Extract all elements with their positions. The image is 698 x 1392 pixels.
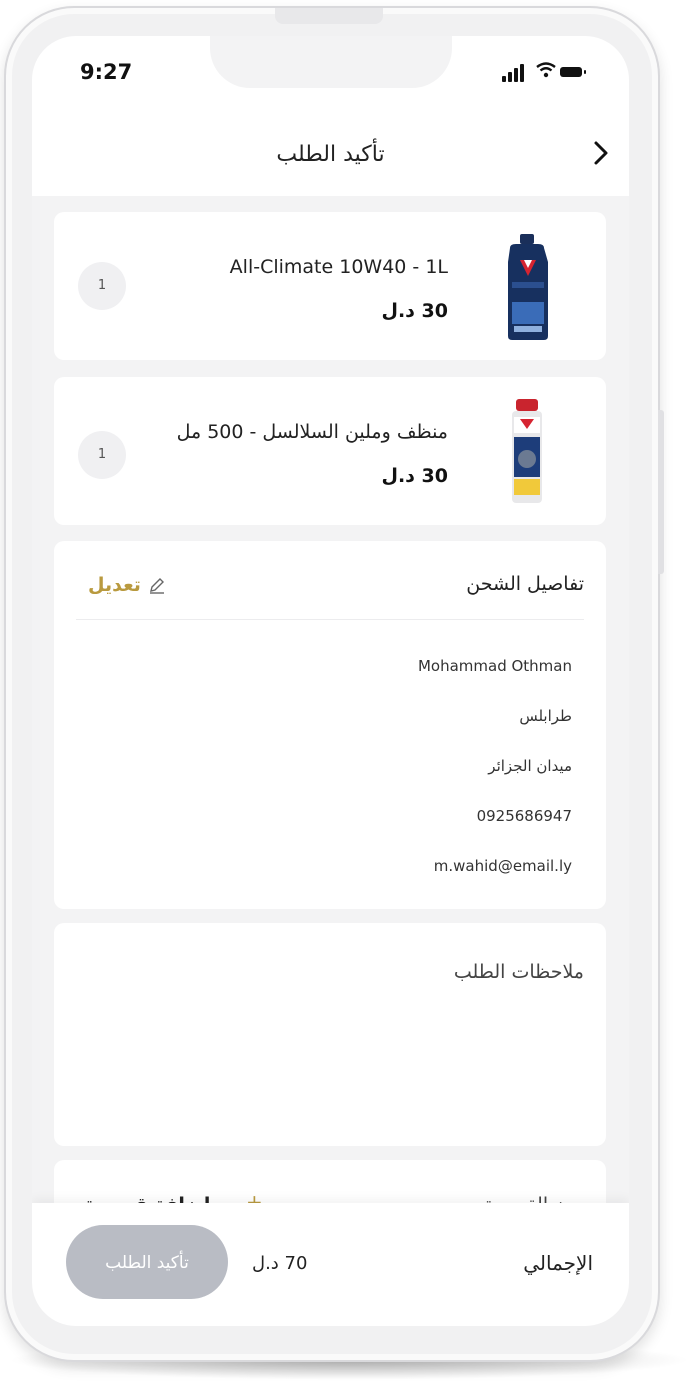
battery-icon (560, 67, 586, 77)
shipping-phone: 0925686947 (476, 807, 572, 825)
shipping-city: طرابلس (519, 707, 572, 725)
product-name: All-Climate 10W40 - 1L (229, 256, 448, 278)
total-value: 70 د.ل (252, 1253, 308, 1274)
screen: 9:27 تأكيد الطلب All-Climate 10W40 - 1L (32, 36, 629, 1326)
signal-bar (514, 68, 518, 82)
signal-icon (502, 76, 506, 82)
product-price: 30 د.ل (381, 465, 448, 487)
shipping-details-card: تفاصيل الشحن تعديل Mohammad Othman طرابل… (54, 541, 606, 909)
total-label: الإجمالي (523, 1251, 593, 1275)
top-bar: 9:27 تأكيد الطلب (32, 36, 629, 196)
divider (76, 619, 584, 620)
order-notes-field[interactable]: ملاحظات الطلب (54, 923, 606, 1146)
oil-bottle-image (498, 232, 558, 342)
shipping-title: تفاصيل الشحن (466, 573, 584, 595)
recipient-name: Mohammad Othman (417, 657, 572, 675)
signal-bar (520, 64, 524, 82)
notch (210, 36, 452, 88)
quantity-badge: 1 (78, 431, 126, 479)
confirm-order-button[interactable]: تأكيد الطلب (66, 1225, 228, 1299)
quantity-badge: 1 (78, 262, 126, 310)
status-icons (502, 62, 586, 83)
status-time: 9:27 (80, 60, 133, 84)
edit-shipping-button[interactable]: تعديل (88, 571, 167, 599)
phone-side-button (658, 410, 664, 574)
product-price: 30 د.ل (381, 300, 448, 322)
signal-bar (508, 72, 512, 82)
shipping-street: ميدان الجزائر (488, 757, 572, 775)
phone-speaker (275, 8, 383, 24)
checkout-footer: الإجمالي 70 د.ل تأكيد الطلب (32, 1203, 629, 1326)
pencil-icon (149, 578, 164, 594)
page-title: تأكيد الطلب (276, 142, 385, 167)
back-button[interactable] (586, 138, 616, 168)
spray-can-image (502, 397, 552, 507)
product-card[interactable]: All-Climate 10W40 - 1L 30 د.ل 1 (54, 212, 606, 360)
edit-label: تعديل (88, 574, 141, 596)
wifi-icon (536, 62, 556, 83)
notes-placeholder: ملاحظات الطلب (453, 961, 584, 983)
product-card[interactable]: منظف وملين السلالسل - 500 مل 30 د.ل 1 (54, 377, 606, 525)
shipping-email: m.wahid@email.ly (433, 857, 572, 875)
chevron-right-icon (594, 141, 608, 165)
product-name: منظف وملين السلالسل - 500 مل (176, 421, 448, 443)
